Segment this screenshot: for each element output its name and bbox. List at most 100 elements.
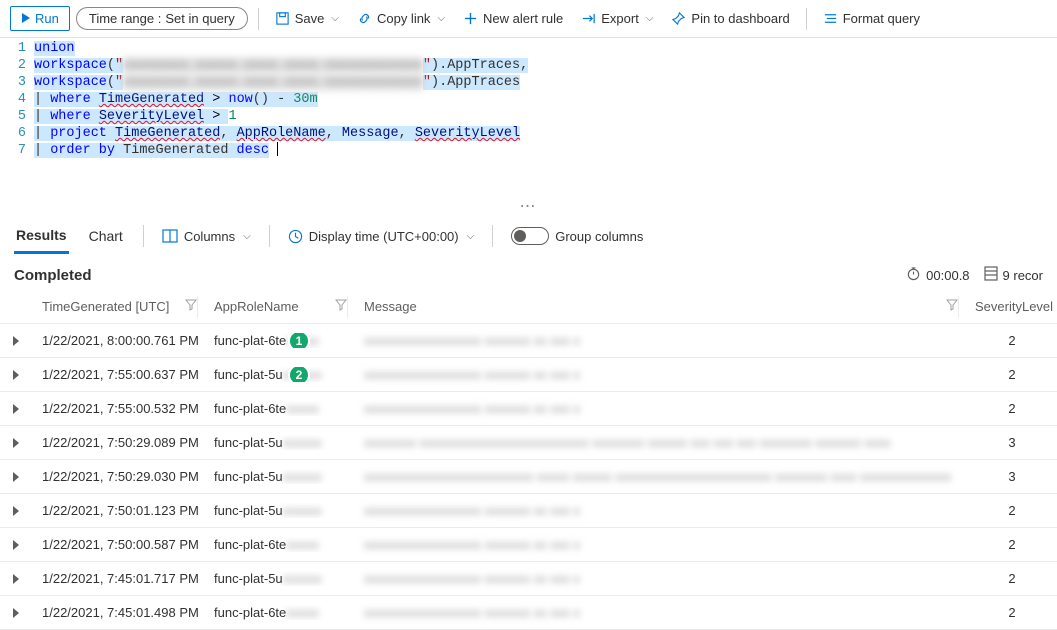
results-table: TimeGenerated [UTC] AppRoleName Message … xyxy=(0,290,1057,630)
cell-time: 1/22/2021, 8:00:00.761 PM xyxy=(34,333,206,348)
cell-sev: 2 xyxy=(967,333,1057,348)
table-row[interactable]: 1/22/2021, 7:45:01.498 PM func-plat-6tex… xyxy=(0,596,1057,630)
filter-icon[interactable] xyxy=(185,299,197,314)
expand-row-button[interactable] xyxy=(0,370,34,380)
expand-row-button[interactable] xyxy=(0,608,34,618)
cell-msg: xxxxxxxxxxxxxxxxxx xxxxxxx xx xxx x xyxy=(356,333,967,348)
table-row[interactable]: 1/22/2021, 7:55:00.637 PM func-plat-5uxx… xyxy=(0,358,1057,392)
format-icon xyxy=(823,11,838,26)
run-button[interactable]: Run xyxy=(10,6,70,31)
save-label: Save xyxy=(295,11,325,26)
export-button[interactable]: Export ⌵ xyxy=(575,7,659,30)
plus-icon xyxy=(463,11,478,26)
link-icon xyxy=(357,11,372,26)
cell-msg: xxxxxxxxxxxxxxxxxxxxxxxxxx xxxxx xxxxxx … xyxy=(356,469,967,484)
stopwatch-icon xyxy=(906,266,921,284)
cell-time: 1/22/2021, 7:55:00.532 PM xyxy=(34,401,206,416)
columns-icon xyxy=(162,229,178,243)
table-row[interactable]: 1/22/2021, 7:55:00.532 PM func-plat-6tex… xyxy=(0,392,1057,426)
timerange-value: Set in query xyxy=(165,11,234,26)
table-body: 1/22/2021, 8:00:00.761 PM func-plat-6tex… xyxy=(0,324,1057,630)
cell-msg: xxxxxxxx xxxxxxxxxxxxxxxxxxxxxxxxxx xxxx… xyxy=(356,435,967,450)
filter-icon[interactable] xyxy=(335,299,347,314)
table-row[interactable]: 1/22/2021, 8:00:00.761 PM func-plat-6tex… xyxy=(0,324,1057,358)
table-header: TimeGenerated [UTC] AppRoleName Message … xyxy=(0,290,1057,324)
row-badge: 2 xyxy=(288,367,310,382)
row-badge: 1 xyxy=(288,333,310,348)
expand-row-button[interactable] xyxy=(0,540,34,550)
cell-msg: xxxxxxxxxxxxxxxxxx xxxxxxx xx xxx x xyxy=(356,367,967,382)
record-label: 9 recor xyxy=(1003,268,1043,283)
table-row[interactable]: 1/22/2021, 7:50:00.587 PM func-plat-6tex… xyxy=(0,528,1057,562)
columns-button[interactable]: Columns ⌵ xyxy=(162,229,251,244)
expand-row-button[interactable] xyxy=(0,574,34,584)
cell-app: func-plat-5uxxxxxx xyxy=(206,469,356,484)
table-row[interactable]: 1/22/2021, 7:45:01.717 PM func-plat-5uxx… xyxy=(0,562,1057,596)
chevron-down-icon: ⌵ xyxy=(467,231,475,242)
filter-icon[interactable] xyxy=(946,299,958,314)
table-row[interactable]: 1/22/2021, 7:50:29.030 PM func-plat-5uxx… xyxy=(0,460,1057,494)
cell-app: func-plat-5uxxxxxx xyxy=(206,435,356,450)
clock-icon xyxy=(288,229,303,244)
chevron-down-icon: ⌵ xyxy=(331,13,339,24)
save-icon xyxy=(275,11,290,26)
run-label: Run xyxy=(35,11,59,26)
th-msg[interactable]: Message xyxy=(364,299,417,314)
cell-msg: xxxxxxxxxxxxxxxxxx xxxxxxx xx xxx x xyxy=(356,401,967,416)
th-time[interactable]: TimeGenerated [UTC] xyxy=(42,299,169,314)
format-query-button[interactable]: Format query xyxy=(817,7,926,30)
tab-results[interactable]: Results xyxy=(14,219,69,254)
divider xyxy=(806,8,807,30)
records-icon xyxy=(984,266,998,284)
table-row[interactable]: 1/22/2021, 7:50:29.089 PM func-plat-5uxx… xyxy=(0,426,1057,460)
cell-app: func-plat-6texxxxx 1 xyxy=(206,333,356,348)
cell-sev: 2 xyxy=(967,571,1057,586)
cell-sev: 2 xyxy=(967,605,1057,620)
cell-time: 1/22/2021, 7:45:01.498 PM xyxy=(34,605,206,620)
pin-button[interactable]: Pin to dashboard xyxy=(665,7,795,30)
cell-sev: 3 xyxy=(967,435,1057,450)
pin-icon xyxy=(671,11,686,26)
cell-app: func-plat-5uxxxxxx xyxy=(206,503,356,518)
tab-chart[interactable]: Chart xyxy=(87,220,125,252)
expand-row-button[interactable] xyxy=(0,438,34,448)
cell-sev: 2 xyxy=(967,537,1057,552)
cell-time: 1/22/2021, 7:50:00.587 PM xyxy=(34,537,206,552)
cell-msg: xxxxxxxxxxxxxxxxxx xxxxxxx xx xxx x xyxy=(356,571,967,586)
cell-app: func-plat-6texxxxx xyxy=(206,537,356,552)
play-icon xyxy=(21,11,31,26)
group-columns-toggle[interactable]: Group columns xyxy=(511,227,643,245)
status-bar: Completed 00:00.8 9 recor xyxy=(0,256,1057,290)
chevron-down-icon: ⌵ xyxy=(646,13,654,24)
record-count: 9 recor xyxy=(984,266,1043,284)
th-app[interactable]: AppRoleName xyxy=(214,299,299,314)
chevron-down-icon: ⌵ xyxy=(437,13,445,24)
th-sev[interactable]: SeverityLevel xyxy=(975,299,1053,314)
display-time-button[interactable]: Display time (UTC+00:00) ⌵ xyxy=(288,229,475,244)
toggle-switch[interactable] xyxy=(511,227,549,245)
expand-row-button[interactable] xyxy=(0,506,34,516)
expand-row-button[interactable] xyxy=(0,336,34,346)
code-area[interactable]: unionworkspace("xxxxxxxx xxxxx xxxx xxxx… xyxy=(34,40,1057,178)
cell-sev: 2 xyxy=(967,503,1057,518)
pin-label: Pin to dashboard xyxy=(691,11,789,26)
expand-row-button[interactable] xyxy=(0,404,34,414)
expand-row-button[interactable] xyxy=(0,472,34,482)
cell-app: func-plat-5uxxxxxx xyxy=(206,571,356,586)
cell-time: 1/22/2021, 7:50:01.123 PM xyxy=(34,503,206,518)
cell-app: func-plat-6texxxxx xyxy=(206,401,356,416)
time-range-selector[interactable]: Time range : Set in query xyxy=(76,7,248,30)
save-button[interactable]: Save ⌵ xyxy=(269,7,345,30)
query-editor[interactable]: 1234567 unionworkspace("xxxxxxxx xxxxx x… xyxy=(0,38,1057,188)
format-label: Format query xyxy=(843,11,920,26)
resize-handle[interactable]: ⋯ xyxy=(0,188,1057,216)
displaytime-label: Display time (UTC+00:00) xyxy=(309,229,459,244)
cell-app: func-plat-5uxxxxxx 2 xyxy=(206,367,356,382)
cell-time: 1/22/2021, 7:50:29.030 PM xyxy=(34,469,206,484)
timerange-prefix: Time range : xyxy=(89,11,162,26)
table-row[interactable]: 1/22/2021, 7:50:01.123 PM func-plat-5uxx… xyxy=(0,494,1057,528)
export-label: Export xyxy=(601,11,639,26)
cell-sev: 3 xyxy=(967,469,1057,484)
copy-link-button[interactable]: Copy link ⌵ xyxy=(351,7,451,30)
new-alert-button[interactable]: New alert rule xyxy=(457,7,569,30)
